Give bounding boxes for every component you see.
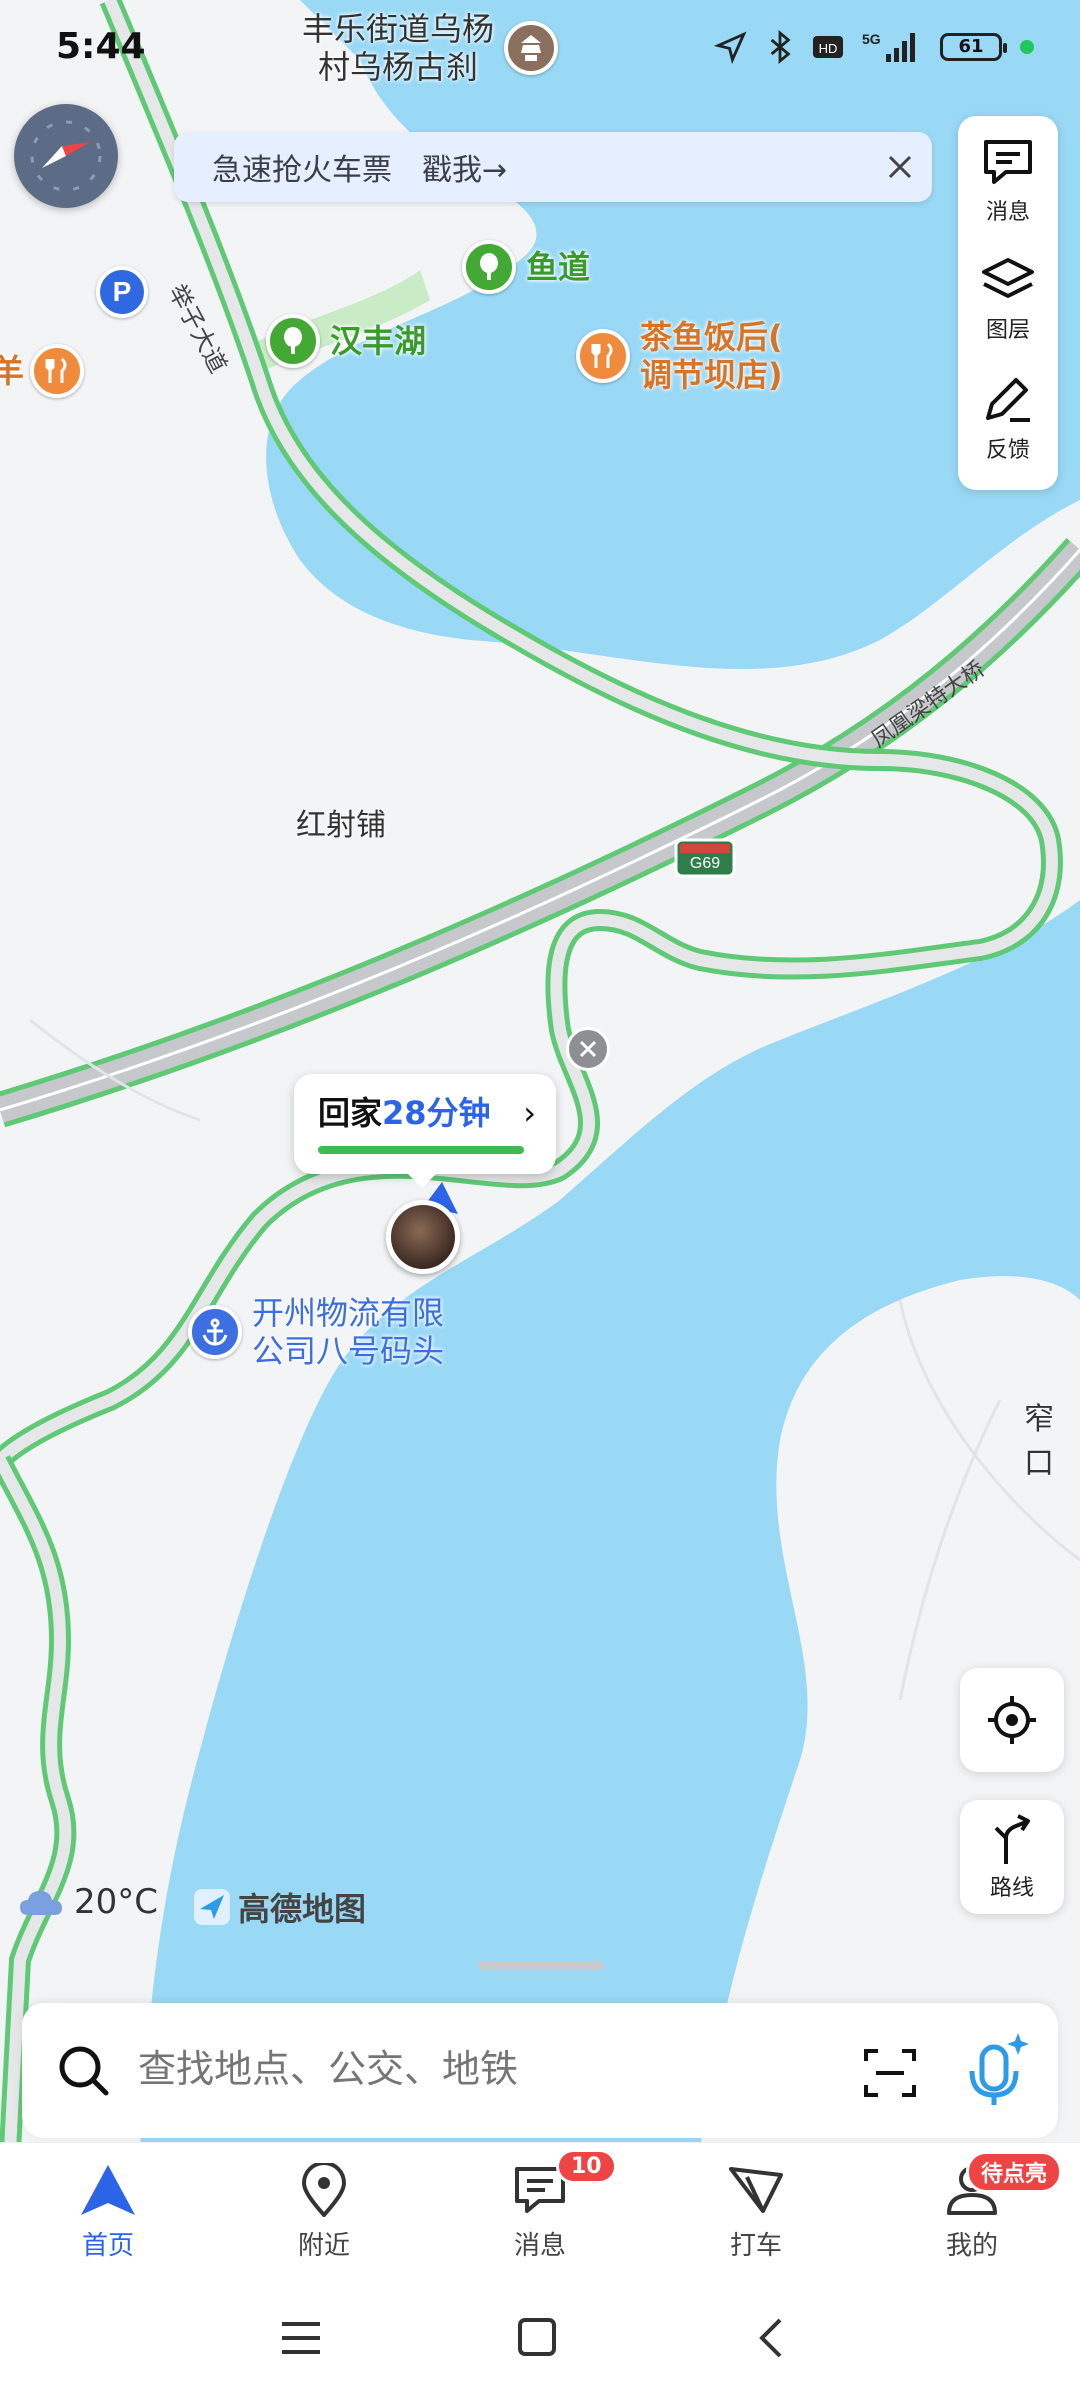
route-button-label: 路线: [989, 1876, 1034, 1901]
cloud-icon: [20, 1891, 62, 1915]
poi-hanfeng-lake[interactable]: 汉丰湖: [266, 314, 426, 368]
tab-nearby[interactable]: 附近: [254, 2163, 394, 2273]
5g-signal-icon: 5G: [862, 31, 915, 62]
close-icon: [579, 1040, 597, 1058]
svg-text:5G: 5G: [862, 31, 881, 47]
messages-tool[interactable]: 消息: [958, 136, 1058, 256]
poi-dock-label: 开州物流有限 公司八号码头: [252, 1294, 445, 1370]
locate-button[interactable]: [960, 1668, 1064, 1772]
search-box[interactable]: [22, 2003, 1058, 2138]
route-traffic-bar: [318, 1146, 524, 1154]
poi-left-restaurant-label: 羊: [0, 352, 25, 390]
compass-button[interactable]: [14, 104, 118, 208]
profile-badge: 待点亮: [966, 2151, 1063, 2193]
poi-temple-label: 丰乐街道乌杨 村乌杨古刹: [302, 10, 495, 86]
tab-messages-label: 消息: [513, 2231, 566, 2261]
tab-home[interactable]: 首页: [38, 2163, 178, 2273]
park-icon: [462, 240, 516, 294]
location-icon: [714, 31, 747, 64]
route-home-time: 28分钟: [382, 1094, 491, 1132]
user-location-avatar[interactable]: [386, 1200, 460, 1274]
crosshair-icon: [988, 1696, 1036, 1744]
poi-dock[interactable]: 开州物流有限 公司八号码头: [188, 1294, 444, 1370]
poi-restaurant[interactable]: 茶鱼饭后( 调节坝店): [576, 318, 783, 394]
system-nav-bar: [0, 2282, 1080, 2400]
place-hongshepu: 红射铺: [296, 808, 386, 843]
compass-icon: [30, 120, 102, 192]
voice-assistant-icon[interactable]: [962, 2031, 1032, 2111]
back-icon[interactable]: [752, 2318, 792, 2358]
bluetooth-icon: [770, 30, 791, 64]
brand-logo: 高德地图: [192, 1884, 366, 1930]
weather-temp: 20°C: [74, 1882, 159, 1922]
tab-taxi-label: 打车: [729, 2231, 782, 2261]
home-arrow-icon: [81, 2165, 135, 2215]
restaurant-icon: [576, 329, 630, 383]
poi-restaurant-label: 茶鱼饭后( 调节坝店): [640, 318, 783, 394]
message-icon: [984, 140, 1032, 184]
pencil-icon: [986, 378, 1030, 422]
amap-logo-icon: [194, 1889, 230, 1925]
layers-tool[interactable]: 图层: [958, 254, 1058, 374]
poi-temple[interactable]: 丰乐街道乌杨 村乌杨古刹: [302, 10, 559, 86]
bottom-tab-bar: 首页 附近 消息 10 打车 我的 待点亮: [0, 2142, 1080, 2282]
hd-icon: HD: [813, 36, 843, 58]
status-icons: HD 5G 61: [714, 26, 1034, 68]
close-icon: [888, 155, 912, 179]
poi-fish-path[interactable]: 鱼道: [462, 240, 590, 294]
promo-banner-text: 急速抢火车票 戳我→: [212, 153, 508, 188]
tab-taxi[interactable]: 打车: [686, 2163, 826, 2273]
chevron-right-icon: ›: [523, 1094, 536, 1132]
feedback-tool-label: 反馈: [985, 438, 1030, 463]
parking-icon: P: [96, 266, 148, 318]
feedback-tool[interactable]: 反馈: [958, 374, 1058, 494]
messages-count-badge: 10: [556, 2149, 617, 2184]
layers-icon: [982, 258, 1034, 298]
route-home-prefix: 回家: [318, 1094, 383, 1132]
highway-label: G69: [690, 855, 720, 872]
map-tools-panel: 消息 图层 反馈: [958, 116, 1058, 490]
place-zhaikou: 窄口: [1024, 1402, 1054, 1481]
tab-home-label: 首页: [81, 2231, 134, 2261]
messages-tool-label: 消息: [985, 200, 1030, 225]
route-button[interactable]: 路线: [960, 1800, 1064, 1914]
privacy-dot: [1020, 40, 1034, 54]
battery-icon: 61: [940, 33, 1007, 61]
home-square-icon[interactable]: [514, 2318, 560, 2358]
layers-tool-label: 图层: [985, 318, 1030, 343]
poi-fish-path-label: 鱼道: [526, 248, 591, 286]
remove-marker-button[interactable]: [566, 1027, 610, 1071]
menu-icon[interactable]: [278, 2318, 324, 2358]
tab-nearby-label: 附近: [297, 2231, 350, 2261]
svg-text:HD: HD: [819, 41, 838, 56]
location-pin-icon: [301, 2163, 347, 2217]
brand-name: 高德地图: [238, 1890, 367, 1928]
anchor-icon: [188, 1305, 242, 1359]
tab-profile-label: 我的: [945, 2231, 998, 2261]
promo-banner[interactable]: 急速抢火车票 戳我→: [174, 132, 932, 202]
weather-widget[interactable]: 20°C: [18, 1882, 158, 1922]
status-time: 5:44: [56, 26, 146, 67]
banner-close-button[interactable]: [880, 147, 920, 187]
route-home-text: 回家28分钟: [318, 1088, 491, 1134]
sheet-drag-handle[interactable]: [478, 1961, 604, 1970]
park-icon: [266, 314, 320, 368]
poi-left-restaurant[interactable]: 羊: [0, 344, 85, 398]
search-icon: [59, 2046, 109, 2096]
scan-icon[interactable]: [862, 2045, 918, 2101]
restaurant-icon: [30, 344, 85, 398]
taxi-icon: [729, 2167, 783, 2213]
search-input[interactable]: [138, 2047, 838, 2091]
route-split-icon: [994, 1814, 1030, 1864]
route-home-card[interactable]: 回家28分钟 ›: [294, 1074, 556, 1188]
poi-hanfeng-lake-label: 汉丰湖: [330, 322, 427, 360]
poi-parking[interactable]: P: [96, 266, 148, 318]
temple-icon: [504, 21, 559, 75]
